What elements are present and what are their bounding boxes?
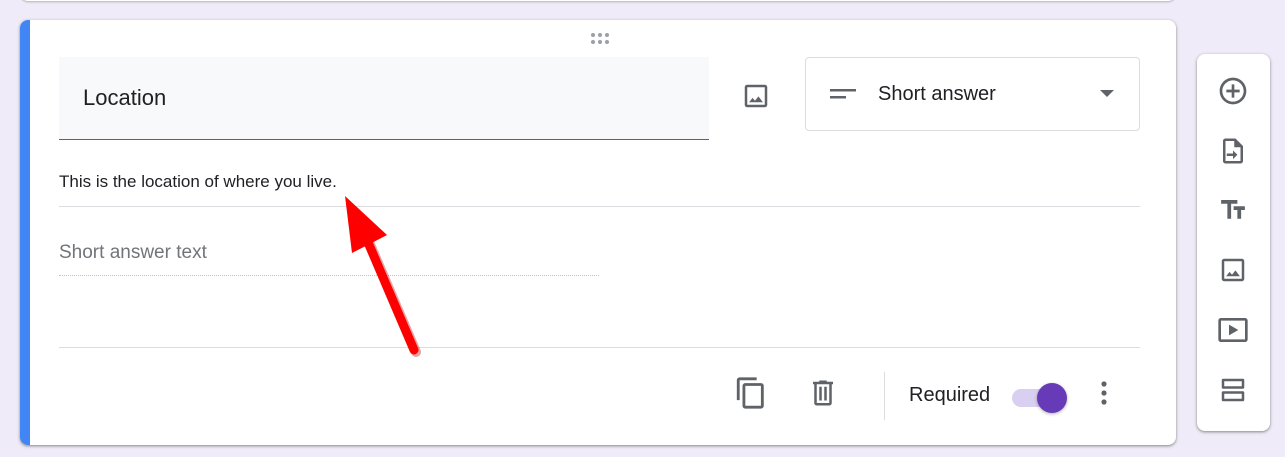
delete-icon xyxy=(813,380,833,406)
import-questions-button[interactable] xyxy=(1211,129,1255,173)
toggle-knob xyxy=(1037,383,1067,413)
add-image-toolbar-button[interactable] xyxy=(1211,248,1255,292)
add-image-icon xyxy=(1221,258,1245,282)
previous-card xyxy=(20,0,1176,1)
add-title-button[interactable] xyxy=(1211,188,1255,232)
delete-button[interactable] xyxy=(801,371,845,415)
dropdown-arrow-icon xyxy=(1100,90,1114,97)
add-section-button[interactable] xyxy=(1211,368,1255,412)
question-card[interactable]: Location Short answer This is the locati… xyxy=(20,20,1176,445)
question-type-select[interactable]: Short answer xyxy=(805,57,1140,131)
required-label: Required xyxy=(909,384,991,406)
short-text-icon xyxy=(830,89,856,99)
import-questions-icon xyxy=(1223,138,1243,164)
question-title-input[interactable]: Location xyxy=(59,57,709,140)
drag-handle-icon[interactable] xyxy=(588,32,612,46)
add-video-icon xyxy=(1218,318,1248,342)
question-description-text: This is the location of where you live. xyxy=(59,172,337,191)
add-video-button[interactable] xyxy=(1211,308,1255,352)
duplicate-icon xyxy=(736,377,764,409)
required-toggle[interactable] xyxy=(1012,382,1070,414)
footer-vertical-divider xyxy=(884,372,885,420)
more-vert-icon xyxy=(1101,381,1107,405)
short-answer-placeholder: Short answer text xyxy=(59,242,207,263)
add-question-icon xyxy=(1219,77,1247,105)
add-section-icon xyxy=(1221,378,1245,402)
short-answer-field: Short answer text xyxy=(59,242,599,276)
more-options-button[interactable] xyxy=(1082,371,1126,415)
duplicate-button[interactable] xyxy=(729,371,773,415)
add-question-button[interactable] xyxy=(1211,69,1255,113)
image-icon xyxy=(744,84,768,108)
add-image-button[interactable] xyxy=(734,74,778,118)
question-type-label: Short answer xyxy=(878,82,996,105)
question-title-text: Location xyxy=(83,85,167,110)
floating-toolbar xyxy=(1197,54,1270,431)
question-description-input[interactable]: This is the location of where you live. xyxy=(59,170,1140,207)
active-accent-bar xyxy=(20,20,30,445)
footer-divider xyxy=(59,347,1140,348)
add-title-icon xyxy=(1221,200,1245,219)
